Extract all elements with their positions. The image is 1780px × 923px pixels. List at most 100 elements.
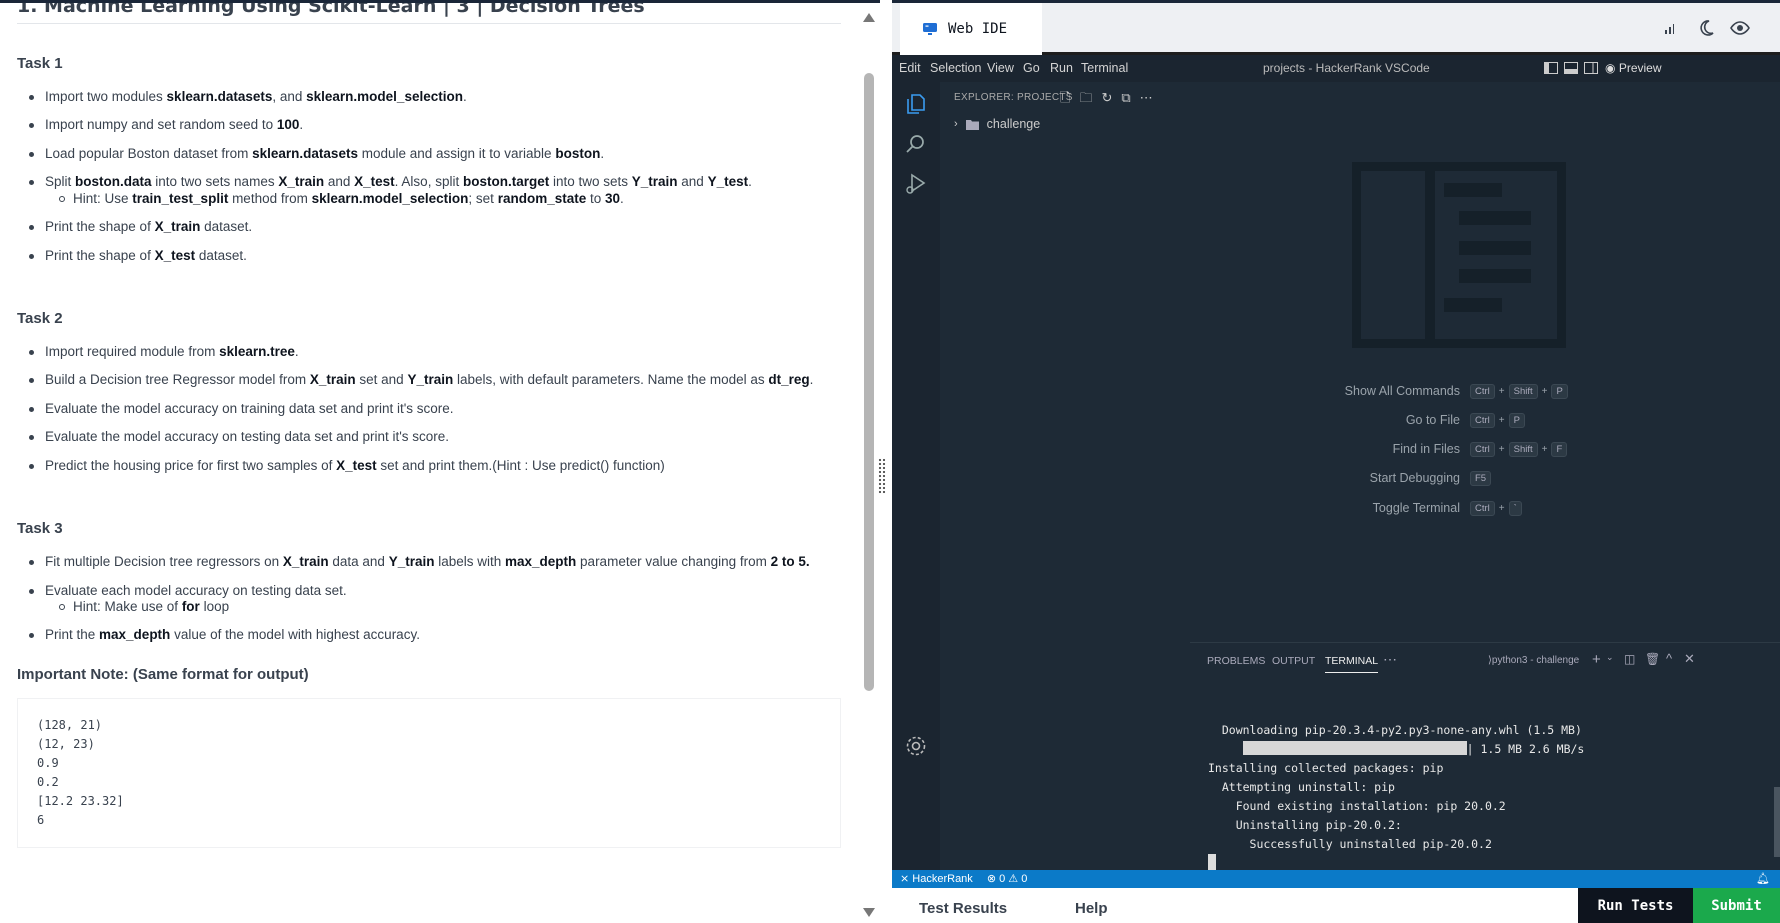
preview-label: Preview xyxy=(1618,61,1662,75)
task2-item-1: Import required module from sklearn.tree… xyxy=(29,344,299,359)
shortcut-label: Go to File xyxy=(1405,413,1460,427)
output-line: 0.9 xyxy=(37,756,59,770)
scrollbar-thumb[interactable] xyxy=(864,73,874,691)
more-actions-icon[interactable]: ⋯ xyxy=(1140,90,1153,105)
tab-help[interactable]: Help xyxy=(1075,900,1108,917)
signal-icon[interactable] xyxy=(1662,21,1676,35)
status-remote[interactable]: ⨯ HackerRank xyxy=(900,872,973,885)
toggle-panel-icon[interactable] xyxy=(1564,62,1578,74)
menu-selection[interactable]: Selection xyxy=(930,61,981,75)
warning-icon: ⚠ xyxy=(1008,873,1022,885)
shortcut-label: Show All Commands xyxy=(1344,384,1460,398)
resize-grip-icon[interactable] xyxy=(878,458,886,494)
task1-item-2: Import numpy and set random seed to 100. xyxy=(28,117,304,132)
explorer-sidebar-lower xyxy=(940,642,1190,870)
remote-icon: ⨯ xyxy=(900,873,913,885)
task1-item-1: Import two modules sklearn.datasets, and… xyxy=(29,89,467,104)
task1-item-5: Print the shape of X_train dataset. xyxy=(28,219,253,234)
important-note: Important Note: (Same format for output) xyxy=(17,666,309,683)
terminal-scrollbar[interactable] xyxy=(1774,787,1780,857)
bottom-panel: PROBLEMS OUTPUT TERMINAL ⋯ ⟩python3 - ch… xyxy=(1190,642,1780,870)
key: Shift xyxy=(1508,442,1538,457)
output-line: 0.2 xyxy=(37,775,59,789)
problem-pane: 1. Machine Learning Using Scikit-Learn |… xyxy=(0,0,880,923)
maximize-panel-chevron-up-icon[interactable]: ^ xyxy=(1666,651,1672,666)
shortcut-start-debugging: Start Debugging F5 xyxy=(1190,471,1780,491)
tab-problems[interactable]: PROBLEMS xyxy=(1207,655,1265,667)
dark-mode-icon[interactable] xyxy=(1697,19,1715,37)
run-debug-icon[interactable] xyxy=(904,172,928,196)
new-file-icon[interactable]: 🗋 xyxy=(1060,90,1070,105)
refresh-icon[interactable]: ↻ xyxy=(1101,90,1112,105)
folder-label: challenge xyxy=(986,117,1041,131)
explorer-files-icon[interactable] xyxy=(904,92,928,116)
error-count: 0 xyxy=(999,873,1006,885)
output-line: [12.2 23.32] xyxy=(37,794,124,808)
terminal-cursor xyxy=(1208,854,1216,870)
terminal-line: Downloading pip-20.3.4-py2.py3-none-any.… xyxy=(1208,723,1582,737)
close-panel-icon[interactable]: ✕ xyxy=(1684,651,1695,667)
tree-folder-challenge[interactable]: › challenge xyxy=(954,117,1040,131)
key: Ctrl xyxy=(1470,384,1495,399)
output-line: 6 xyxy=(37,813,45,827)
error-icon: ⊗ xyxy=(986,873,1000,885)
terminal-dropdown-chevron-icon[interactable]: ⌄ xyxy=(1606,652,1614,663)
output-line: (12, 23) xyxy=(37,737,95,751)
toggle-sidebar-icon[interactable] xyxy=(1544,62,1558,74)
tab-web-ide[interactable]: Web IDE xyxy=(900,3,1042,55)
terminal-name: python3 - challenge xyxy=(1491,655,1580,666)
split-editor-icon[interactable] xyxy=(1584,62,1598,74)
menu-terminal[interactable]: Terminal xyxy=(1081,61,1128,75)
trash-icon[interactable]: 🗑 xyxy=(1645,652,1660,666)
terminal-output[interactable]: Downloading pip-20.3.4-py2.py3-none-any.… xyxy=(1208,721,1584,873)
shortcut-find-in-files: Find in Files Ctrl + Shift + F xyxy=(1190,442,1780,462)
scroll-up-arrow-icon[interactable] xyxy=(863,13,875,22)
shortcut-label: Toggle Terminal xyxy=(1372,501,1460,515)
search-icon[interactable] xyxy=(904,132,928,156)
terminal-progress-line: | 1.5 MB 2.6 MB/s xyxy=(1208,740,1584,759)
submit-button[interactable]: Submit xyxy=(1693,888,1780,923)
app-root: 1. Machine Learning Using Scikit-Learn |… xyxy=(0,0,1780,923)
collapse-all-icon[interactable]: ⧉ xyxy=(1121,90,1130,105)
window-title: projects - HackerRank VSCode xyxy=(1263,61,1430,75)
new-folder-icon[interactable]: 🗀 xyxy=(1079,90,1092,105)
shortcut-label: Find in Files xyxy=(1392,442,1460,456)
run-tests-button[interactable]: Run Tests xyxy=(1578,888,1693,923)
terminal-line: Attempting uninstall: pip xyxy=(1208,780,1395,794)
tab-output[interactable]: OUTPUT xyxy=(1272,655,1315,667)
task3-item-1: Fit multiple Decision tree regressors on… xyxy=(29,554,810,569)
problem-title: 1. Machine Learning Using Scikit-Learn |… xyxy=(17,3,841,24)
preview-button[interactable]: ◉ Preview xyxy=(1605,61,1662,75)
tab-terminal[interactable]: TERMINAL xyxy=(1325,655,1379,673)
settings-gear-icon[interactable] xyxy=(904,734,928,758)
task1-item-3: Load popular Boston dataset from sklearn… xyxy=(28,146,605,161)
panel-more-icon[interactable]: ⋯ xyxy=(1383,651,1397,668)
scroll-down-arrow-icon[interactable] xyxy=(863,908,875,917)
tab-test-results[interactable]: Test Results xyxy=(919,900,1007,917)
status-problems[interactable]: ⊗ 0 ⚠ 0 xyxy=(987,872,1028,885)
problem-scrollbar[interactable] xyxy=(858,3,880,923)
explorer-heading: EXPLORER: PROJECTS xyxy=(954,92,1073,103)
task2-item-4: Evaluate the model accuracy on testing d… xyxy=(28,429,450,444)
expected-output-block: (128, 21) (12, 23) 0.9 0.2 [12.2 23.32] … xyxy=(17,698,841,848)
progress-text: 1.5 MB 2.6 MB/s xyxy=(1480,742,1585,756)
task1-hint: Hint: Use train_test_split method from s… xyxy=(59,191,624,206)
key: P xyxy=(1508,413,1525,428)
task1-item-6: Print the shape of X_test dataset. xyxy=(29,248,247,263)
menu-view[interactable]: View xyxy=(987,61,1014,75)
new-terminal-icon[interactable]: + xyxy=(1592,651,1601,668)
editor-welcome: Show All Commands Ctrl + Shift + P Go to Fil… xyxy=(1190,82,1780,642)
notifications-bell-icon[interactable]: 🔔︎ xyxy=(1756,872,1770,885)
shortcut-show-all-commands: Show All Commands Ctrl + Shift + P xyxy=(1190,384,1780,404)
folder-icon xyxy=(965,119,979,130)
eye-icon[interactable] xyxy=(1730,19,1750,37)
menu-edit[interactable]: Edit xyxy=(899,61,921,75)
key: Ctrl xyxy=(1470,413,1495,428)
shortcut-toggle-terminal: Toggle Terminal Ctrl + ` xyxy=(1190,501,1780,521)
menu-go[interactable]: Go xyxy=(1023,61,1040,75)
menu-run[interactable]: Run xyxy=(1050,61,1073,75)
split-terminal-icon[interactable]: ◫ xyxy=(1624,652,1635,666)
terminal-line: Installing collected packages: pip xyxy=(1208,761,1444,775)
vscode-watermark-icon xyxy=(1352,162,1566,348)
terminal-selector[interactable]: ⟩python3 - challenge xyxy=(1488,655,1579,666)
